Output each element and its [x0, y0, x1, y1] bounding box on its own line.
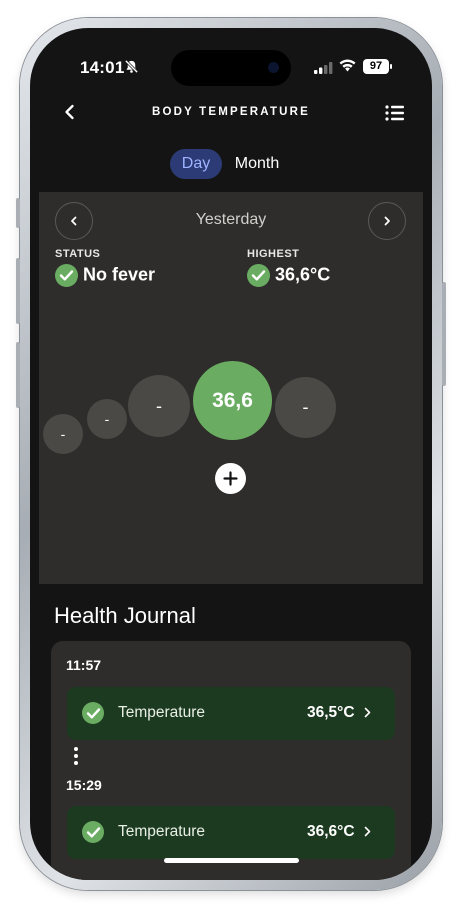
home-indicator[interactable] [164, 858, 299, 863]
entry-value: 36,5°C [307, 704, 355, 721]
journal-entry[interactable]: Temperature 36,5°C [67, 687, 395, 740]
chevron-right-icon [364, 826, 371, 837]
check-icon [55, 264, 78, 287]
date-label: Yesterday [195, 211, 267, 228]
dynamic-island [171, 50, 291, 86]
status-bar: 14:01 97 [30, 28, 432, 98]
reading-bubble[interactable]: - [43, 414, 83, 454]
entry-time: 15:29 [66, 777, 102, 793]
entry-value: 36,6°C [307, 823, 355, 840]
status-time: 14:01 [80, 58, 125, 77]
cellular-signal-icon [314, 61, 333, 79]
reading-bubble[interactable]: - [275, 377, 336, 438]
check-icon [247, 264, 270, 287]
entry-time: 11:57 [66, 657, 102, 673]
journal-card: 11:57 Temperature 36,5°C 15:29 Temperatu… [51, 641, 411, 880]
chevron-right-icon [384, 216, 390, 226]
tab-day[interactable]: Day [170, 149, 222, 179]
battery-indicator: 97 [363, 59, 392, 74]
silent-bell-icon [124, 59, 139, 79]
reading-bubble-selected[interactable]: 36,6 [193, 361, 272, 440]
add-reading-button[interactable] [215, 463, 246, 494]
entry-label: Temperature [118, 704, 206, 721]
action-button [16, 198, 20, 228]
reading-bubble[interactable]: - [128, 375, 190, 437]
tab-month[interactable]: Month [226, 149, 288, 179]
journal-title: Health Journal [54, 603, 196, 628]
check-icon [82, 821, 104, 843]
highest-text: 36,6°C [275, 264, 331, 285]
status-text: No fever [83, 264, 156, 285]
next-day-button[interactable] [368, 202, 406, 240]
highest-label: HIGHEST [247, 248, 300, 260]
status-label: STATUS [55, 248, 101, 260]
volume-down-button [16, 342, 20, 408]
entry-label: Temperature [118, 823, 206, 840]
page-title: BODY TEMPERATURE [151, 106, 311, 118]
list-icon [385, 105, 404, 121]
power-button [442, 282, 446, 386]
plus-icon [223, 471, 238, 486]
list-view-button[interactable] [384, 102, 406, 124]
highest-value: 36,6°C [247, 264, 330, 287]
wifi-icon [339, 59, 356, 77]
status-value: No fever [55, 264, 155, 287]
journal-entry[interactable]: Temperature 36,6°C [67, 806, 395, 859]
check-icon [82, 702, 104, 724]
day-panel: Yesterday STATUS No fever HIGHEST 36,6°C… [39, 192, 423, 584]
chevron-right-icon [364, 707, 371, 718]
phone-screen: 14:01 97 BODY TEMPERATURE Day Month Yest… [30, 28, 432, 880]
volume-up-button [16, 258, 20, 324]
reading-bubble[interactable]: - [87, 399, 127, 439]
more-dots-icon [74, 747, 78, 768]
